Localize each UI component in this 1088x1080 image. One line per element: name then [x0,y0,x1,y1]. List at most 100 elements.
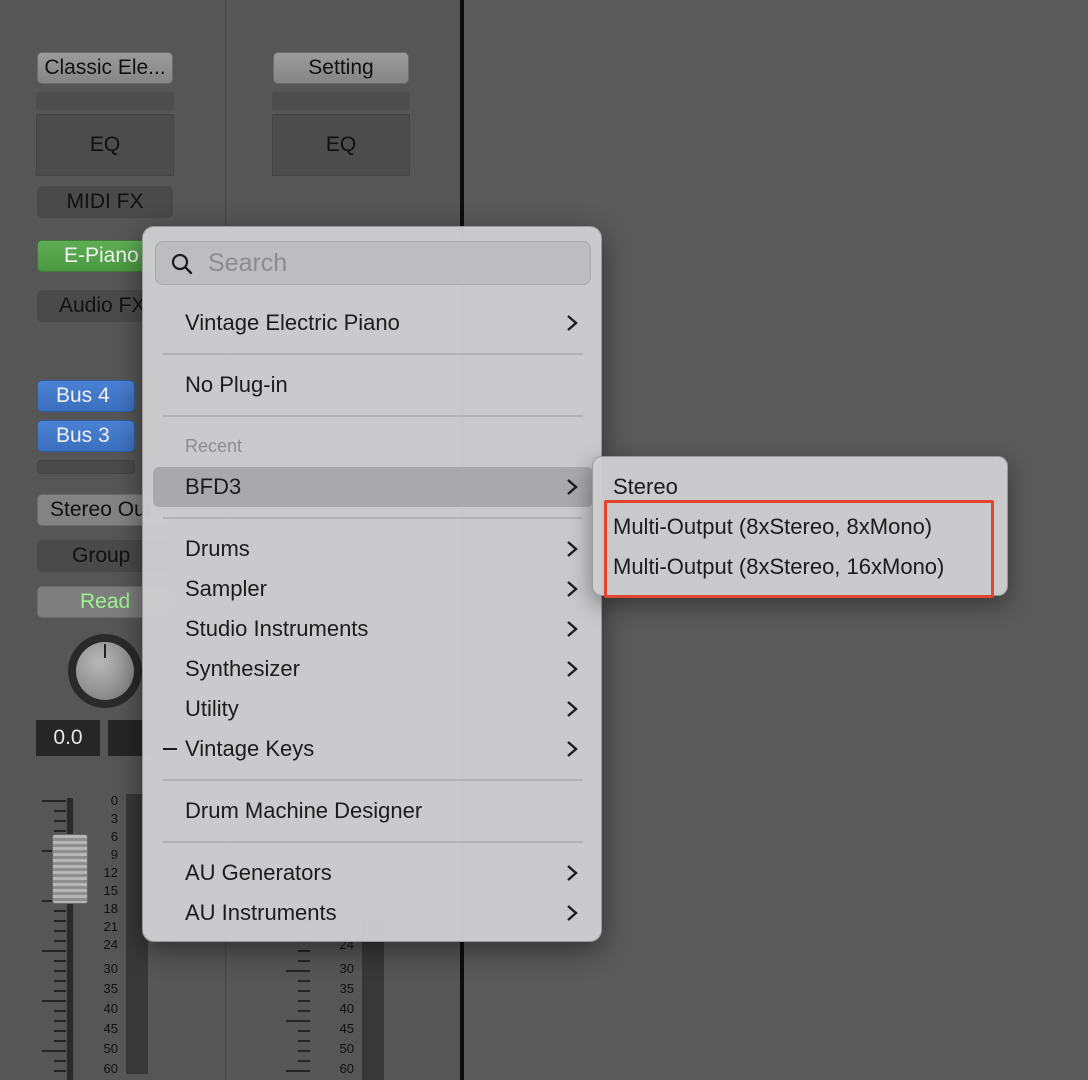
gain-reduction-slot-2 [272,92,410,110]
menu-item-bfd3[interactable]: BFD3 [153,467,593,507]
fader-tick [298,960,310,962]
meter-scale-label: 21 [103,919,118,934]
menu-item-label: Drums [185,536,250,561]
meter-scale-label: 30 [339,961,354,976]
fader-tick [54,970,66,972]
meter-scale-label: 15 [103,883,118,898]
setting-button[interactable]: Classic Ele... [37,52,173,84]
menu-item-synthesizer[interactable]: Synthesizer [153,649,593,689]
meter-scale-label: 60 [339,1061,354,1076]
menu-item-label: Vintage Electric Piano [185,310,400,335]
submenu-item-multi-output-16-mono[interactable]: Multi-Output (8xStereo, 16xMono) [601,547,1001,587]
empty-send-slot[interactable] [37,460,135,474]
send-bus-3[interactable]: Bus 3 [37,420,135,452]
menu-item-label: Vintage Keys [185,736,315,761]
fader-tick [54,810,66,812]
meter-scale-label: 12 [103,865,118,880]
fader-tick [298,1000,310,1002]
pan-indicator [104,644,106,658]
setting-button-2[interactable]: Setting [273,52,409,84]
meter-scale-label: 9 [110,847,118,862]
meter-scale-label: 30 [103,961,118,976]
menu-item-label: Synthesizer [185,656,300,681]
menu-item-current-plugin[interactable]: Vintage Electric Piano [153,303,593,343]
menu-item-label: No Plug-in [185,372,288,397]
fader-tick [54,820,66,822]
fader-tick [54,1070,66,1072]
menu-separator [163,779,583,781]
fader-tick [298,1040,310,1042]
fader-tick [54,980,66,982]
menu-item-drum-machine-designer[interactable]: Drum Machine Designer [153,791,593,831]
fader-tick [298,1010,310,1012]
menu-item-utility[interactable]: Utility [153,689,593,729]
level-meter-2 [362,920,384,1080]
menu-item-label: Studio Instruments [185,616,369,641]
menu-separator [163,517,583,519]
fader-tick [286,1070,310,1072]
fader-tick [298,1030,310,1032]
fader-tick [286,970,310,972]
search-field[interactable] [155,241,591,285]
chevron-right-icon [567,541,578,557]
mixed-state-dash-icon [163,748,177,750]
chevron-right-icon [567,865,578,881]
meter-scale-label: 40 [339,1001,354,1016]
meter-scale-label: 50 [103,1041,118,1056]
meter-scale-label: 60 [103,1061,118,1076]
chevron-right-icon [567,661,578,677]
menu-item-no-plugin[interactable]: No Plug-in [153,365,593,405]
fader-tick [54,960,66,962]
submenu-item-multi-output-8-mono[interactable]: Multi-Output (8xStereo, 8xMono) [601,507,1001,547]
pan-knob[interactable] [68,634,142,708]
meter-scale-label: 18 [103,901,118,916]
plugin-menu: Vintage Electric Piano No Plug-in Recent… [142,226,602,942]
fader-tick [42,800,66,802]
recent-header: Recent [185,436,243,456]
fader-tick [298,990,310,992]
fader-tick [54,830,66,832]
fader-tick [42,1000,66,1002]
eq-display-2[interactable]: EQ [272,114,410,176]
fader-tick [54,940,66,942]
fader-scale-2 [286,920,310,1080]
fader-tick [286,1020,310,1022]
fader-tick [54,910,66,912]
fader-tick [54,1030,66,1032]
fader-tick [54,1040,66,1042]
gain-reduction-slot [36,92,174,110]
send-bus-4[interactable]: Bus 4 [37,380,135,412]
menu-item-label: AU Instruments [185,900,337,925]
menu-item-drums[interactable]: Drums [153,529,593,569]
volume-fader-handle[interactable] [52,834,88,904]
eq-display[interactable]: EQ [36,114,174,176]
midi-fx-slot[interactable]: MIDI FX [37,186,173,218]
menu-item-label: Utility [185,696,239,721]
chevron-right-icon [567,701,578,717]
chevron-right-icon [567,315,578,331]
search-input[interactable] [208,242,578,284]
fader-tick [298,950,310,952]
chevron-right-icon [567,621,578,637]
menu-item-label: BFD3 [185,474,242,499]
menu-item-sampler[interactable]: Sampler [153,569,593,609]
fader-tick [42,950,66,952]
fader-tick [54,930,66,932]
bfd3-submenu: Stereo Multi-Output (8xStereo, 8xMono) M… [592,456,1008,596]
menu-item-studio-instruments[interactable]: Studio Instruments [153,609,593,649]
submenu-item-stereo[interactable]: Stereo [601,467,1001,507]
chevron-right-icon [567,479,578,495]
menu-item-au-generators[interactable]: AU Generators [153,853,593,893]
fader-tick [54,920,66,922]
meter-scale-label: 35 [103,981,118,996]
meter-scale-label: 3 [110,811,118,826]
chevron-right-icon [567,741,578,757]
menu-item-label: AU Generators [185,860,332,885]
pan-value: 0.0 [36,720,100,756]
menu-separator [163,841,583,843]
menu-item-vintage-keys[interactable]: Vintage Keys [153,729,593,769]
menu-item-au-instruments[interactable]: AU Instruments [153,893,593,933]
fader-tick [54,1060,66,1062]
menu-separator [163,415,583,417]
fader-tick [54,990,66,992]
